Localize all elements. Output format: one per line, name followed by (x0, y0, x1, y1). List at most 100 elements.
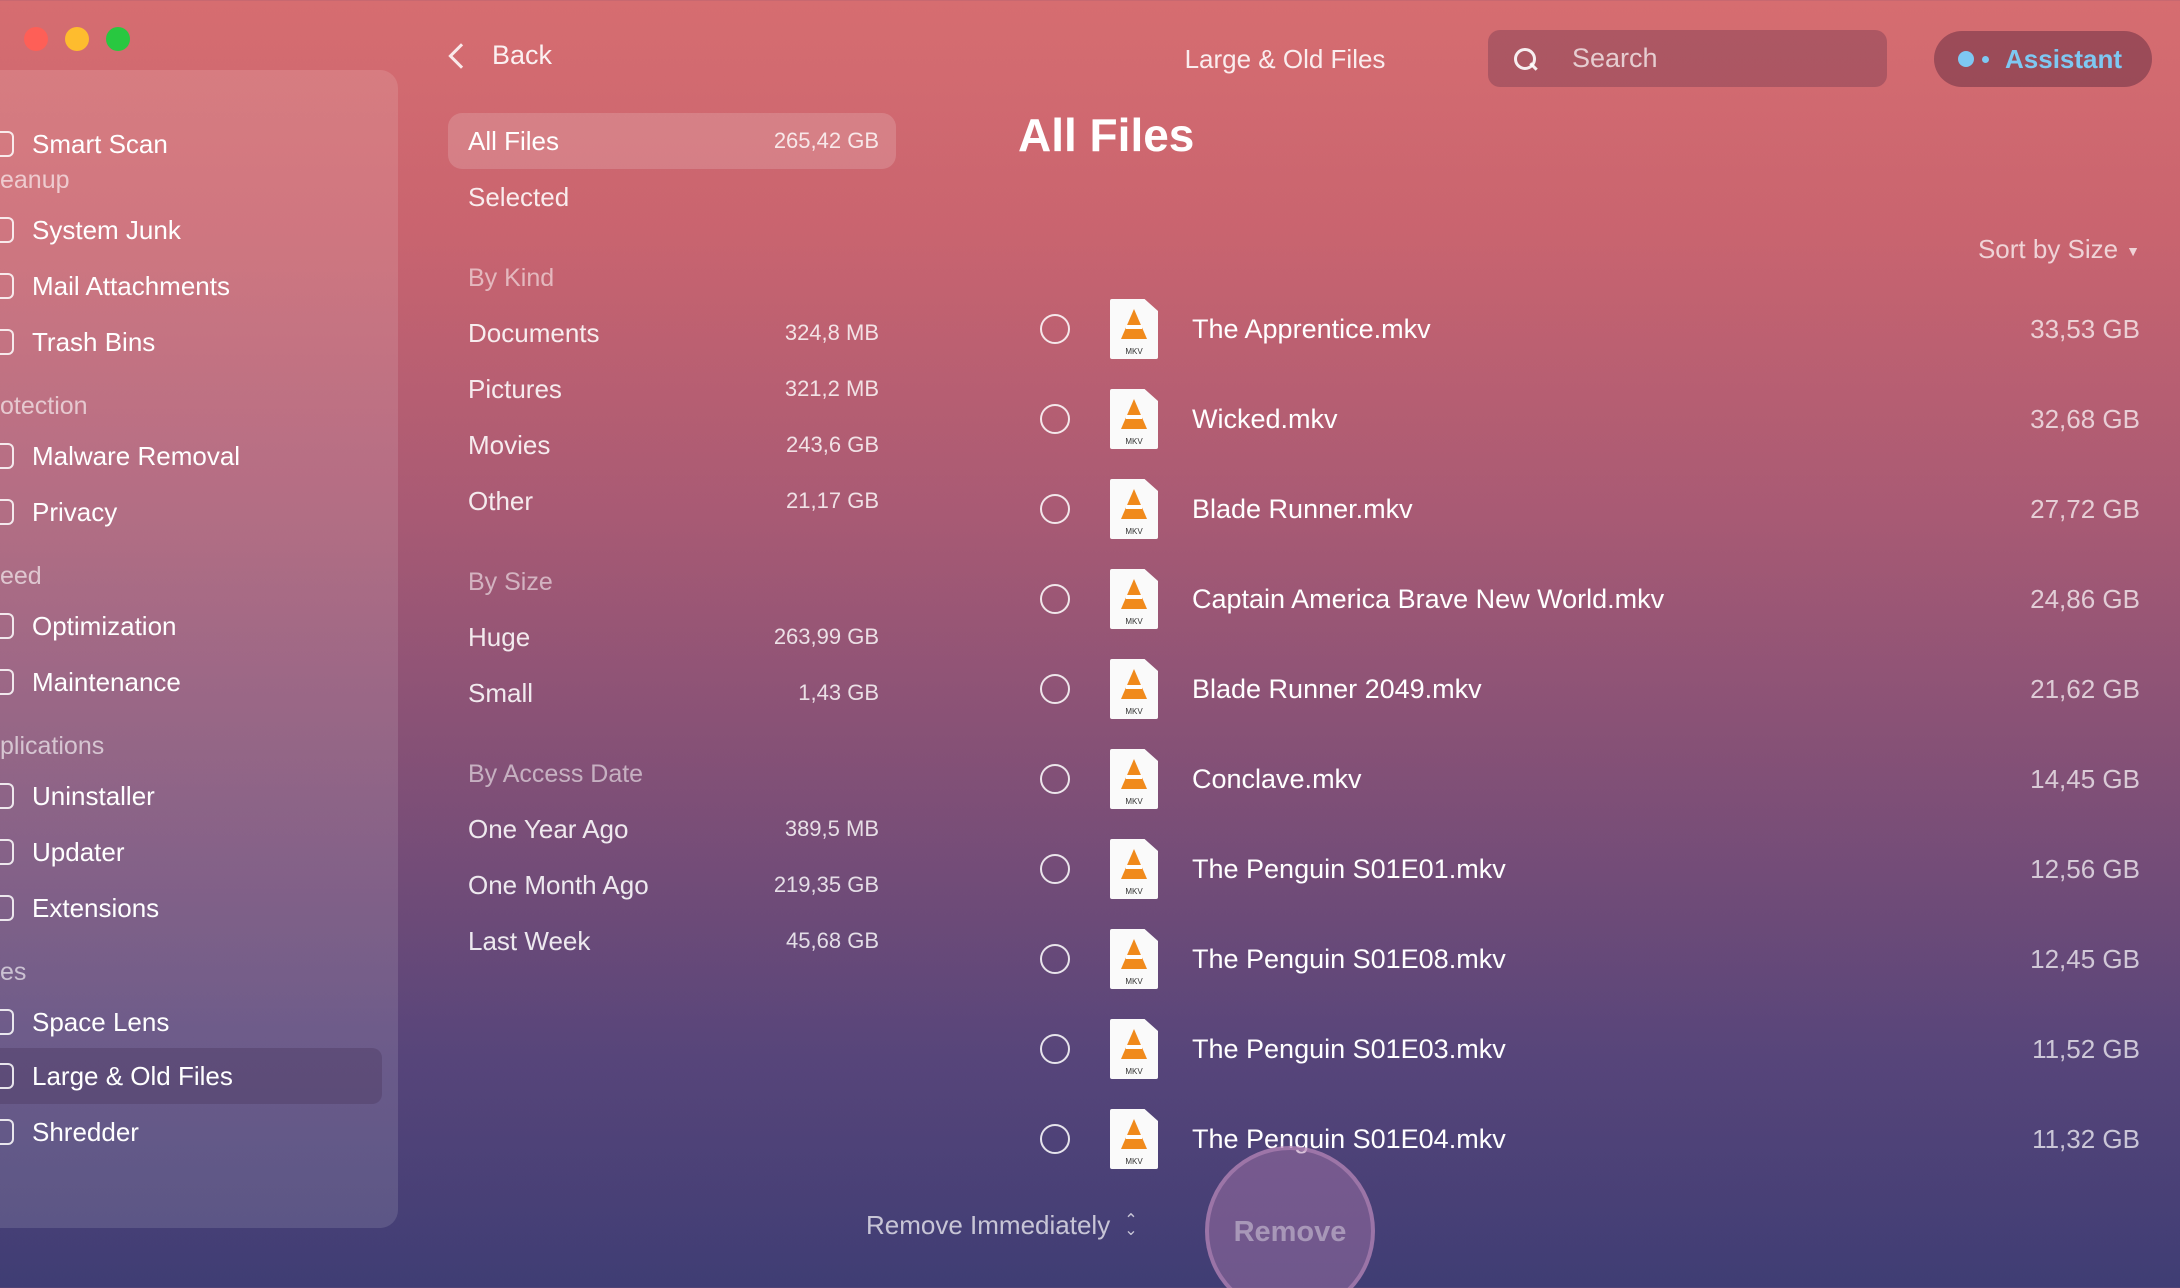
category-last-week[interactable]: Last Week 45,68 GB (448, 913, 896, 969)
assistant-button[interactable]: Assistant (1934, 31, 2152, 87)
select-radio[interactable] (1040, 314, 1070, 344)
sidebar-item-mail-attachments[interactable]: Mail Attachments (0, 258, 382, 314)
category-label: Documents (468, 317, 600, 348)
file-row[interactable]: MKV Conclave.mkv 14,45 GB (1020, 734, 2140, 824)
sidebar-item-system-junk[interactable]: System Junk (0, 202, 382, 258)
sidebar-item-malware-removal[interactable]: Malware Removal (0, 428, 382, 484)
sidebar-section-speed: eed (0, 562, 42, 590)
sidebar-item-label: Smart Scan (32, 128, 168, 159)
search-field[interactable] (1488, 30, 1887, 87)
select-radio[interactable] (1040, 584, 1070, 614)
file-row[interactable]: MKV The Penguin S01E01.mkv 12,56 GB (1020, 824, 2140, 914)
malware-removal-icon (0, 443, 14, 469)
sidebar-section-applications: plications (0, 732, 105, 760)
sidebar-item-label: Malware Removal (32, 440, 241, 471)
privacy-icon (0, 499, 14, 525)
category-all-files[interactable]: All Files 265,42 GB (448, 113, 896, 169)
sidebar-item-label: Trash Bins (32, 326, 156, 357)
category-other[interactable]: Other 21,17 GB (448, 473, 896, 529)
mkv-file-icon: MKV (1110, 1109, 1158, 1169)
updown-chevron-icon: ⌃ ⌄ (1124, 1211, 1138, 1239)
file-size: 12,56 GB (2030, 853, 2140, 884)
file-row[interactable]: MKV Wicked.mkv 32,68 GB (1020, 374, 2140, 464)
file-row[interactable]: MKV The Penguin S01E08.mkv 12,45 GB (1020, 914, 2140, 1004)
category-size: 324,8 MB (784, 320, 879, 345)
select-radio[interactable] (1040, 944, 1070, 974)
close-window-button[interactable] (24, 27, 48, 51)
category-huge[interactable]: Huge 263,99 GB (448, 609, 896, 665)
sidebar-item-uninstaller[interactable]: Uninstaller (0, 768, 382, 824)
minimize-window-button[interactable] (65, 27, 89, 51)
shredder-icon (0, 1119, 14, 1145)
sidebar-item-smart-scan[interactable]: Smart Scan (0, 116, 382, 172)
file-size: 32,68 GB (2030, 403, 2140, 434)
sidebar-item-shredder[interactable]: Shredder (0, 1104, 382, 1160)
file-name: Blade Runner 2049.mkv (1192, 673, 1482, 704)
sidebar-item-extensions[interactable]: Extensions (0, 880, 382, 936)
sidebar-item-maintenance[interactable]: Maintenance (0, 654, 382, 710)
category-small[interactable]: Small 1,43 GB (448, 665, 896, 721)
file-size: 33,53 GB (2030, 313, 2140, 344)
sidebar-item-space-lens[interactable]: Space Lens (0, 994, 382, 1050)
system-junk-icon (0, 217, 14, 243)
file-name: The Penguin S01E08.mkv (1192, 943, 1506, 974)
caret-down-icon: ▼ (2126, 243, 2140, 260)
chevron-left-icon (448, 42, 474, 69)
category-heading-by-access-date: By Access Date (468, 760, 644, 788)
file-size: 11,32 GB (2032, 1123, 2140, 1154)
file-row[interactable]: MKV The Penguin S01E04.mkv 11,32 GB (1020, 1094, 2140, 1184)
select-radio[interactable] (1040, 764, 1070, 794)
mkv-file-icon: MKV (1110, 569, 1158, 629)
back-button[interactable]: Back (446, 40, 552, 71)
category-movies[interactable]: Movies 243,6 GB (448, 417, 896, 473)
updater-icon (0, 839, 14, 865)
search-input[interactable] (1572, 43, 1872, 74)
mkv-file-icon: MKV (1110, 479, 1158, 539)
file-row[interactable]: MKV Captain America Brave New World.mkv … (1020, 554, 2140, 644)
sidebar-item-label: Optimization (32, 610, 177, 641)
category-one-year-ago[interactable]: One Year Ago 389,5 MB (448, 801, 896, 857)
file-row[interactable]: MKV The Apprentice.mkv 33,53 GB (1020, 284, 2140, 374)
remove-mode-label: Remove Immediately (866, 1210, 1111, 1240)
select-radio[interactable] (1040, 494, 1070, 524)
category-documents[interactable]: Documents 324,8 MB (448, 305, 896, 361)
category-selected[interactable]: Selected (448, 169, 896, 225)
file-size: 12,45 GB (2030, 943, 2140, 974)
category-label: Huge (468, 621, 531, 652)
file-row[interactable]: MKV Blade Runner.mkv 27,72 GB (1020, 464, 2140, 554)
select-radio[interactable] (1040, 1034, 1070, 1064)
file-row[interactable]: MKV The Penguin S01E03.mkv 11,52 GB (1020, 1004, 2140, 1094)
category-label: Selected (468, 181, 570, 212)
sidebar-item-updater[interactable]: Updater (0, 824, 382, 880)
sidebar-item-large-old-files[interactable]: Large & Old Files (0, 1048, 382, 1104)
select-radio[interactable] (1040, 674, 1070, 704)
category-one-month-ago[interactable]: One Month Ago 219,35 GB (448, 857, 896, 913)
file-name: Captain America Brave New World.mkv (1192, 583, 1665, 614)
category-pictures[interactable]: Pictures 321,2 MB (448, 361, 896, 417)
sidebar-item-optimization[interactable]: Optimization (0, 598, 382, 654)
file-name: Blade Runner.mkv (1192, 493, 1413, 524)
sidebar-item-label: Shredder (32, 1116, 139, 1147)
select-radio[interactable] (1040, 1124, 1070, 1154)
file-row[interactable]: MKV Blade Runner 2049.mkv 21,62 GB (1020, 644, 2140, 734)
file-size: 14,45 GB (2030, 763, 2140, 794)
mail-attachments-icon (0, 273, 14, 299)
sidebar-item-label: Mail Attachments (32, 270, 230, 301)
mkv-file-icon: MKV (1110, 659, 1158, 719)
remove-label: Remove (1233, 1216, 1347, 1248)
sidebar-item-privacy[interactable]: Privacy (0, 484, 382, 540)
remove-mode-dropdown[interactable]: Remove Immediately ⌃ ⌄ (866, 1210, 1138, 1241)
mkv-file-icon: MKV (1110, 1019, 1158, 1079)
smart-scan-icon (0, 131, 14, 157)
select-radio[interactable] (1040, 404, 1070, 434)
space-lens-icon (0, 1009, 14, 1035)
sort-dropdown[interactable]: Sort by Size ▼ (1900, 234, 2140, 265)
sidebar: Smart Scan eanup System Junk Mail Attach… (0, 70, 398, 1228)
select-radio[interactable] (1040, 854, 1070, 884)
category-heading-by-size: By Size (468, 568, 553, 596)
sidebar-item-trash-bins[interactable]: Trash Bins (0, 314, 382, 370)
file-name: The Penguin S01E01.mkv (1192, 853, 1506, 884)
sidebar-item-label: Uninstaller (32, 780, 155, 811)
zoom-window-button[interactable] (106, 27, 130, 51)
category-label: Last Week (468, 925, 591, 956)
